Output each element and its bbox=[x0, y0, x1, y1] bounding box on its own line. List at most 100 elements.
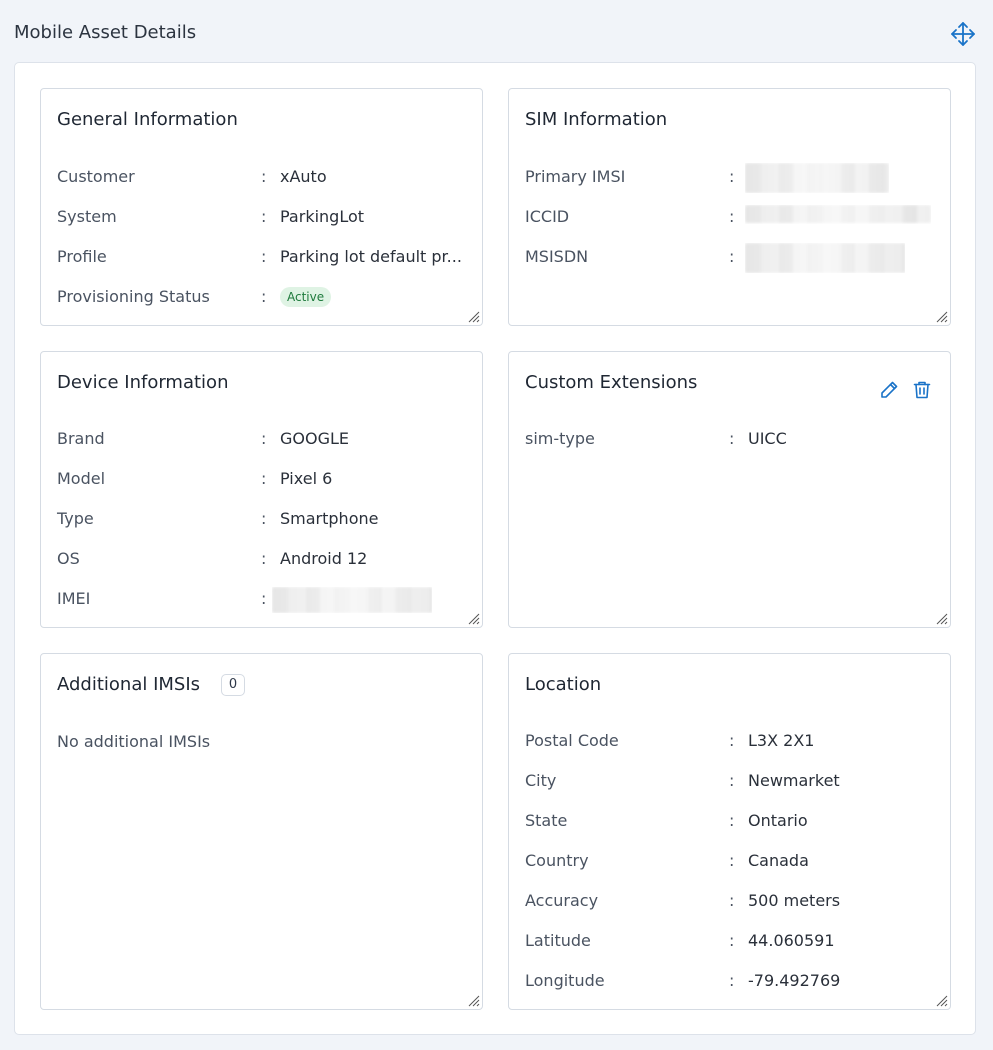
row-separator: : bbox=[729, 851, 735, 870]
row-label: sim-type bbox=[525, 429, 595, 448]
redacted-value bbox=[745, 205, 931, 224]
row-value: UICC bbox=[748, 429, 787, 448]
card-title: SIM Information bbox=[525, 109, 668, 130]
resize-grip-icon[interactable] bbox=[468, 311, 480, 323]
info-row-msisdn: MSISDN : bbox=[525, 243, 934, 273]
card-title: Location bbox=[525, 674, 602, 695]
row-value: 500 meters bbox=[748, 891, 841, 910]
edit-button[interactable] bbox=[878, 379, 900, 401]
row-value: L3X 2X1 bbox=[748, 731, 815, 750]
row-value: Android 12 bbox=[280, 549, 368, 568]
info-row-iccid: ICCID : bbox=[525, 205, 934, 229]
info-row-customer: Customer : xAuto bbox=[57, 167, 466, 189]
row-value: Smartphone bbox=[280, 509, 379, 528]
row-label: OS bbox=[57, 549, 80, 568]
row-value: Parking lot default pr... bbox=[280, 247, 462, 266]
row-value: xAuto bbox=[280, 167, 327, 186]
row-separator: : bbox=[729, 731, 735, 750]
row-value: Active bbox=[280, 286, 332, 307]
row-label: Customer bbox=[57, 167, 135, 186]
row-label: Brand bbox=[57, 429, 105, 448]
redacted-value bbox=[272, 587, 432, 613]
status-badge: Active bbox=[280, 287, 332, 307]
row-label: City bbox=[525, 771, 557, 790]
card-title: Additional IMSIs bbox=[57, 674, 201, 695]
info-row-profile: Profile : Parking lot default pr... bbox=[57, 247, 466, 269]
row-label: System bbox=[57, 207, 117, 226]
redacted-value bbox=[745, 243, 905, 273]
row-value: GOOGLE bbox=[280, 429, 350, 448]
info-row-latitude: Latitude : 44.060591 bbox=[525, 931, 934, 953]
info-row-os: OS : Android 12 bbox=[57, 549, 466, 571]
info-row-longitude: Longitude : -79.492769 bbox=[525, 971, 934, 993]
delete-button[interactable] bbox=[911, 379, 933, 401]
move-icon[interactable] bbox=[950, 21, 976, 47]
row-separator: : bbox=[729, 771, 735, 790]
row-value: Ontario bbox=[748, 811, 808, 830]
row-value: Canada bbox=[748, 851, 809, 870]
row-separator: : bbox=[261, 287, 267, 306]
row-separator: : bbox=[261, 207, 267, 226]
row-label: Longitude bbox=[525, 971, 605, 990]
row-separator: : bbox=[729, 811, 735, 830]
row-label: Latitude bbox=[525, 931, 591, 950]
general-information-card: General Information Customer : xAuto Sys… bbox=[40, 88, 483, 326]
resize-grip-icon[interactable] bbox=[468, 995, 480, 1007]
card-title: Device Information bbox=[57, 372, 229, 393]
pencil-icon bbox=[881, 381, 898, 398]
row-value: Pixel 6 bbox=[280, 469, 333, 488]
info-row-city: City : Newmarket bbox=[525, 771, 934, 793]
redacted-value bbox=[745, 163, 889, 193]
row-separator: : bbox=[261, 549, 267, 568]
info-row-accuracy: Accuracy : 500 meters bbox=[525, 891, 934, 913]
device-information-card: Device Information Brand : GOOGLE Model … bbox=[40, 351, 483, 628]
additional-imsis-card: Additional IMSIs 0 No additional IMSIs bbox=[40, 653, 483, 1010]
location-card: Location Postal Code : L3X 2X1 City : Ne… bbox=[508, 653, 951, 1010]
row-label: Accuracy bbox=[525, 891, 599, 910]
card-title: Custom Extensions bbox=[525, 372, 698, 393]
resize-grip-icon[interactable] bbox=[468, 613, 480, 625]
info-row-sim-type: sim-type : UICC bbox=[525, 429, 934, 451]
details-panel: General Information Customer : xAuto Sys… bbox=[14, 62, 976, 1035]
row-label: Type bbox=[57, 509, 94, 528]
row-label: Country bbox=[525, 851, 589, 870]
card-title: General Information bbox=[57, 109, 238, 130]
page-title: Mobile Asset Details bbox=[14, 22, 197, 43]
row-separator: : bbox=[261, 429, 267, 448]
row-separator: : bbox=[729, 207, 735, 226]
row-separator: : bbox=[729, 931, 735, 950]
sim-information-card: SIM Information Primary IMSI : ICCID : M… bbox=[508, 88, 951, 326]
row-label: Model bbox=[57, 469, 106, 488]
row-separator: : bbox=[729, 167, 735, 186]
row-label: ICCID bbox=[525, 207, 570, 226]
info-row-brand: Brand : GOOGLE bbox=[57, 429, 466, 451]
row-value: -79.492769 bbox=[748, 971, 841, 990]
row-value: 44.060591 bbox=[748, 931, 835, 950]
row-value: ParkingLot bbox=[280, 207, 365, 226]
resize-grip-icon[interactable] bbox=[936, 311, 948, 323]
row-separator: : bbox=[729, 971, 735, 990]
row-separator: : bbox=[261, 469, 267, 488]
empty-state-text: No additional IMSIs bbox=[57, 732, 211, 751]
row-separator: : bbox=[261, 509, 267, 528]
row-separator: : bbox=[261, 247, 267, 266]
trash-icon bbox=[913, 381, 931, 399]
row-label: Primary IMSI bbox=[525, 167, 626, 186]
info-row-model: Model : Pixel 6 bbox=[57, 469, 466, 491]
info-row-postal-code: Postal Code : L3X 2X1 bbox=[525, 731, 934, 753]
info-row-type: Type : Smartphone bbox=[57, 509, 466, 531]
custom-extensions-card: Custom Extensions sim-type : UICC bbox=[508, 351, 951, 628]
row-separator: : bbox=[729, 429, 735, 448]
row-label: Profile bbox=[57, 247, 107, 266]
row-label: IMEI bbox=[57, 589, 91, 608]
row-label: State bbox=[525, 811, 568, 830]
row-label: Provisioning Status bbox=[57, 287, 210, 306]
row-value: Newmarket bbox=[748, 771, 840, 790]
row-separator: : bbox=[729, 247, 735, 266]
info-row-state: State : Ontario bbox=[525, 811, 934, 833]
row-separator: : bbox=[729, 891, 735, 910]
row-separator: : bbox=[261, 589, 267, 608]
resize-grip-icon[interactable] bbox=[936, 613, 948, 625]
resize-grip-icon[interactable] bbox=[936, 995, 948, 1007]
info-row-imei: IMEI : bbox=[57, 587, 466, 613]
